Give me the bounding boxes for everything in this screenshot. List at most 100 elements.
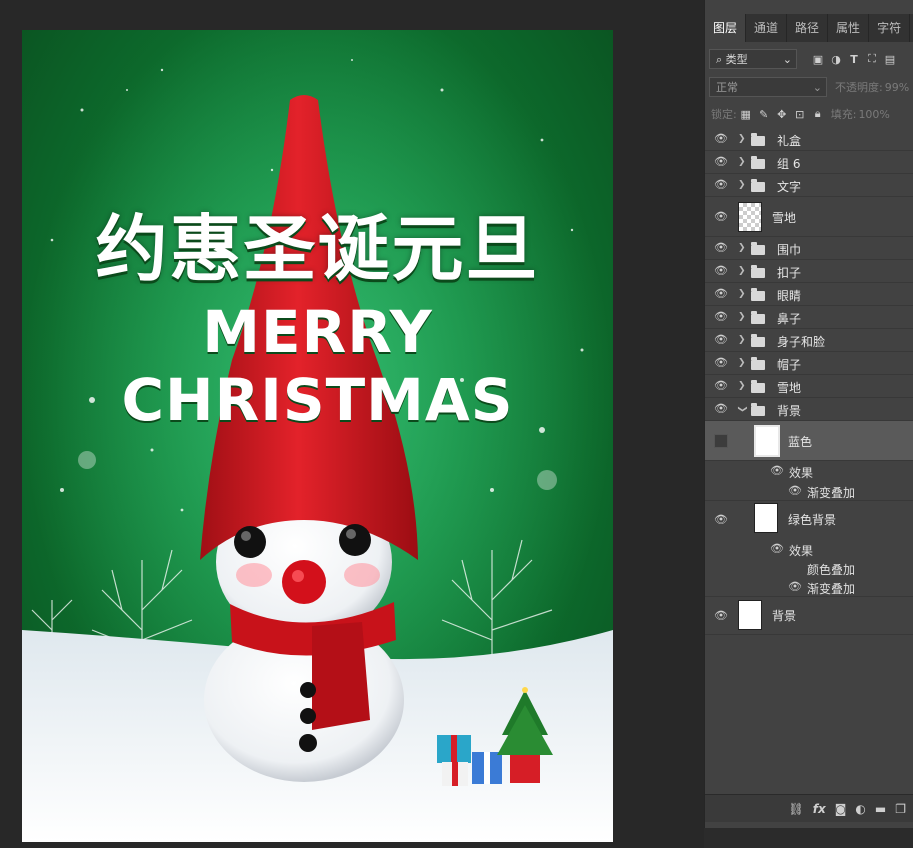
layer-row[interactable]: 👁︎ ❯ 礼盒 xyxy=(705,128,913,151)
folder-icon xyxy=(751,242,765,255)
layer-thumbnail xyxy=(738,202,762,232)
effect-row[interactable]: 👁︎ 渐变叠加 xyxy=(705,577,913,597)
chevron-right-icon[interactable]: ❯ xyxy=(738,358,746,368)
opacity-label: 不透明度: xyxy=(835,81,883,94)
chevron-down-icon: ⌄ xyxy=(782,53,792,66)
eye-icon[interactable]: 👁︎ xyxy=(714,178,728,192)
pixel-filter-icon[interactable]: ▣ xyxy=(809,53,827,66)
lock-artboard-icon[interactable]: ⊡ xyxy=(791,108,809,121)
fill-label: 填充: xyxy=(830,108,857,121)
folder-icon xyxy=(751,380,765,393)
type-filter-icon[interactable]: T xyxy=(845,53,863,66)
visibility-toggle-off[interactable] xyxy=(714,434,728,448)
tab-character[interactable]: 字符 xyxy=(869,14,911,42)
layer-thumbnail xyxy=(754,425,780,457)
eye-icon[interactable]: 👁︎ xyxy=(714,264,728,278)
layer-name: 眼睛 xyxy=(777,289,802,303)
tab-paths[interactable]: 路径 xyxy=(787,14,829,42)
layer-row[interactable]: 👁︎ ❯ 围巾 xyxy=(705,237,913,260)
blend-mode-select[interactable]: 正常 ⌄ xyxy=(709,77,827,97)
mask-icon[interactable]: ◙ xyxy=(835,802,847,816)
tab-channels[interactable]: 通道 xyxy=(746,14,788,42)
adjustment-icon[interactable]: ◐ xyxy=(855,802,865,816)
chevron-right-icon[interactable]: ❯ xyxy=(738,335,746,345)
layer-row[interactable]: 👁︎ ❯ 扣子 xyxy=(705,260,913,283)
poster-title-english: MERRY CHRISTMAS xyxy=(121,298,514,434)
filter-kind-label: 类型 xyxy=(725,53,748,66)
layer-row[interactable]: 👁︎ 背景 xyxy=(705,597,913,635)
poster-artwork xyxy=(22,30,613,842)
new-group-icon[interactable]: ▬ xyxy=(875,802,886,816)
eye-icon[interactable]: 👁︎ xyxy=(714,402,728,416)
chevron-right-icon[interactable]: ❯ xyxy=(738,180,746,190)
eye-icon[interactable]: 👁︎ xyxy=(770,464,784,478)
chevron-right-icon[interactable]: ❯ xyxy=(738,381,746,391)
eye-icon[interactable]: 👁︎ xyxy=(714,513,728,527)
eye-icon[interactable]: 👁︎ xyxy=(714,241,728,255)
layer-row[interactable]: 👁︎ ❯ 雪地 xyxy=(705,375,913,398)
effects-label: 效果 xyxy=(789,544,814,558)
fill-value[interactable]: 100% xyxy=(858,108,889,121)
shape-filter-icon[interactable]: ⛶ xyxy=(863,52,881,66)
fx-icon[interactable]: fx xyxy=(813,802,826,816)
chevron-down-icon: ⌄ xyxy=(812,81,822,94)
effect-row[interactable]: 👁︎ 渐变叠加 xyxy=(705,481,913,501)
effects-row[interactable]: 👁︎ 效果 xyxy=(705,461,913,481)
eye-icon[interactable]: 👁︎ xyxy=(714,310,728,324)
eye-icon[interactable]: 👁︎ xyxy=(714,356,728,370)
layer-row[interactable]: 👁︎ ❯ 组 6 xyxy=(705,151,913,174)
layer-row[interactable]: 👁︎ ❯ 背景 xyxy=(705,398,913,421)
layer-row-selected[interactable]: 蓝色 xyxy=(705,421,913,461)
layer-name: 礼盒 xyxy=(777,134,802,148)
document-canvas-area[interactable]: 约惠圣诞元旦 MERRY CHRISTMAS xyxy=(0,0,704,848)
chevron-right-icon[interactable]: ❯ xyxy=(738,134,746,144)
chevron-right-icon[interactable]: ❯ xyxy=(738,289,746,299)
eye-icon[interactable]: 👁︎ xyxy=(770,542,784,556)
new-layer-icon[interactable]: ❐ xyxy=(895,802,906,816)
layer-row[interactable]: 👁︎ ❯ 身子和脸 xyxy=(705,329,913,352)
eye-icon[interactable]: 👁︎ xyxy=(714,155,728,169)
lock-transparency-icon[interactable]: ▦ xyxy=(737,108,755,121)
eye-icon[interactable]: 👁︎ xyxy=(714,609,728,623)
effects-row[interactable]: 👁︎ 效果 xyxy=(705,539,913,558)
adjustment-filter-icon[interactable]: ◑ xyxy=(827,53,845,66)
folder-icon xyxy=(751,179,765,192)
effect-name: 颜色叠加 xyxy=(807,563,856,577)
folder-open-icon xyxy=(751,403,765,416)
layer-name: 雪地 xyxy=(777,381,802,395)
lock-position-icon[interactable]: ✥ xyxy=(773,108,791,121)
eye-icon[interactable]: 👁︎ xyxy=(714,287,728,301)
layer-row[interactable]: 👁︎ 雪地 xyxy=(705,197,913,237)
folder-icon xyxy=(751,156,765,169)
lock-all-icon[interactable]: 🔒︎ xyxy=(809,107,827,121)
eye-icon[interactable]: 👁︎ xyxy=(788,580,802,594)
effect-row[interactable]: 颜色叠加 xyxy=(705,558,913,577)
layer-row[interactable]: 👁︎ ❯ 鼻子 xyxy=(705,306,913,329)
layer-row[interactable]: 👁︎ ❯ 眼睛 xyxy=(705,283,913,306)
eye-icon[interactable]: 👁︎ xyxy=(714,210,728,224)
filter-kind-select[interactable]: ⌕ 类型 ⌄ xyxy=(709,49,797,69)
layer-row[interactable]: 👁︎ 绿色背景 xyxy=(705,501,913,539)
layer-name: 背景 xyxy=(777,404,802,418)
opacity-value[interactable]: 99% xyxy=(885,81,909,94)
effect-name: 渐变叠加 xyxy=(807,582,856,596)
eye-icon[interactable]: 👁︎ xyxy=(714,132,728,146)
link-icon[interactable]: ⛓︎ xyxy=(789,802,804,816)
eye-icon[interactable]: 👁︎ xyxy=(788,484,802,498)
snowman-nose xyxy=(282,560,326,604)
layer-name: 背景 xyxy=(772,609,797,623)
smart-object-filter-icon[interactable]: ▤ xyxy=(881,53,899,66)
layer-row[interactable]: 👁︎ ❯ 帽子 xyxy=(705,352,913,375)
layers-panel: 图层 通道 路径 属性 字符 ⌕ 类型 ⌄ ▣ ◑ T ⛶ ▤ 正常 ⌄ 不透明… xyxy=(704,0,913,828)
eye-icon[interactable]: 👁︎ xyxy=(714,333,728,347)
chevron-right-icon[interactable]: ❯ xyxy=(738,312,746,322)
chevron-right-icon[interactable]: ❯ xyxy=(738,266,746,276)
layer-row[interactable]: 👁︎ ❯ 文字 xyxy=(705,174,913,197)
tab-layers[interactable]: 图层 xyxy=(705,14,747,42)
tab-properties[interactable]: 属性 xyxy=(828,14,870,42)
lock-pixels-icon[interactable]: ✎ xyxy=(755,108,773,121)
eye-icon[interactable]: 👁︎ xyxy=(714,379,728,393)
chevron-right-icon[interactable]: ❯ xyxy=(738,243,746,253)
chevron-right-icon[interactable]: ❯ xyxy=(738,157,746,167)
chevron-down-icon[interactable]: ❯ xyxy=(737,405,747,413)
